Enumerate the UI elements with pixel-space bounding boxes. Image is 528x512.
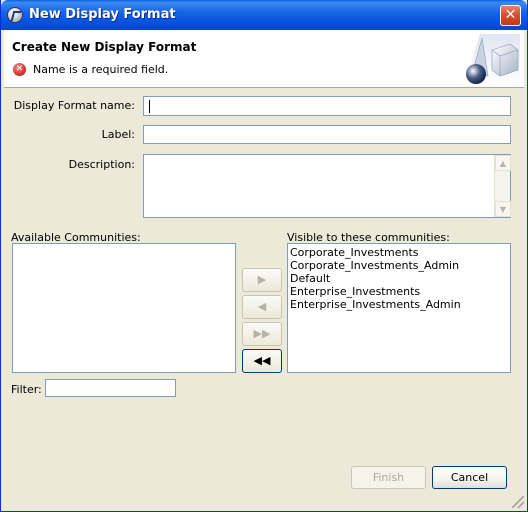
dialog-window: New Display Format ✕ Create New Display … — [0, 0, 528, 512]
add-selected-button[interactable]: ▶ — [242, 268, 282, 292]
window-title: New Display Format — [29, 7, 176, 22]
page-heading: Create New Display Format — [12, 40, 197, 54]
add-all-button[interactable]: ▶▶ — [242, 322, 282, 346]
close-button[interactable]: ✕ — [500, 5, 521, 26]
label-label: Label: — [101, 128, 135, 141]
title-bar[interactable]: New Display Format ✕ — [1, 0, 527, 30]
remove-selected-button[interactable]: ◀ — [242, 295, 282, 319]
list-item[interactable]: Enterprise_Investments_Admin — [288, 298, 510, 311]
list-item[interactable]: Corporate_Investments — [288, 246, 510, 259]
description-label: Description: — [68, 158, 135, 171]
error-message: Name is a required field. — [33, 63, 169, 76]
finish-button[interactable]: Finish — [351, 466, 426, 489]
description-scrollbar[interactable]: ▲ ▼ — [494, 155, 511, 217]
display-format-name-input[interactable] — [143, 96, 511, 116]
scroll-down-icon[interactable]: ▼ — [495, 201, 511, 217]
wizard-shapes-icon — [464, 34, 520, 86]
name-label: Display Format name: — [13, 99, 135, 112]
visible-communities-list[interactable]: Corporate_Investments Corporate_Investmen… — [287, 243, 511, 373]
wizard-banner: Create New Display Format ✕ Name is a re… — [4, 30, 524, 88]
scroll-up-icon[interactable]: ▲ — [495, 155, 511, 171]
list-item[interactable]: Default — [288, 272, 510, 285]
error-icon: ✕ — [13, 63, 26, 76]
available-communities-list[interactable] — [12, 243, 236, 373]
filter-input[interactable] — [45, 379, 176, 397]
filter-label: Filter: — [11, 383, 42, 396]
description-textarea[interactable]: ▲ ▼ — [143, 154, 511, 218]
resize-grip-icon[interactable] — [512, 496, 524, 508]
list-item[interactable]: Corporate_Investments_Admin — [288, 259, 510, 272]
remove-all-button[interactable]: ◀◀ — [242, 349, 282, 373]
text-cursor — [149, 100, 150, 113]
app-icon — [7, 7, 23, 23]
label-input[interactable] — [143, 125, 511, 144]
list-item[interactable]: Enterprise_Investments — [288, 285, 510, 298]
cancel-button[interactable]: Cancel — [432, 466, 507, 489]
